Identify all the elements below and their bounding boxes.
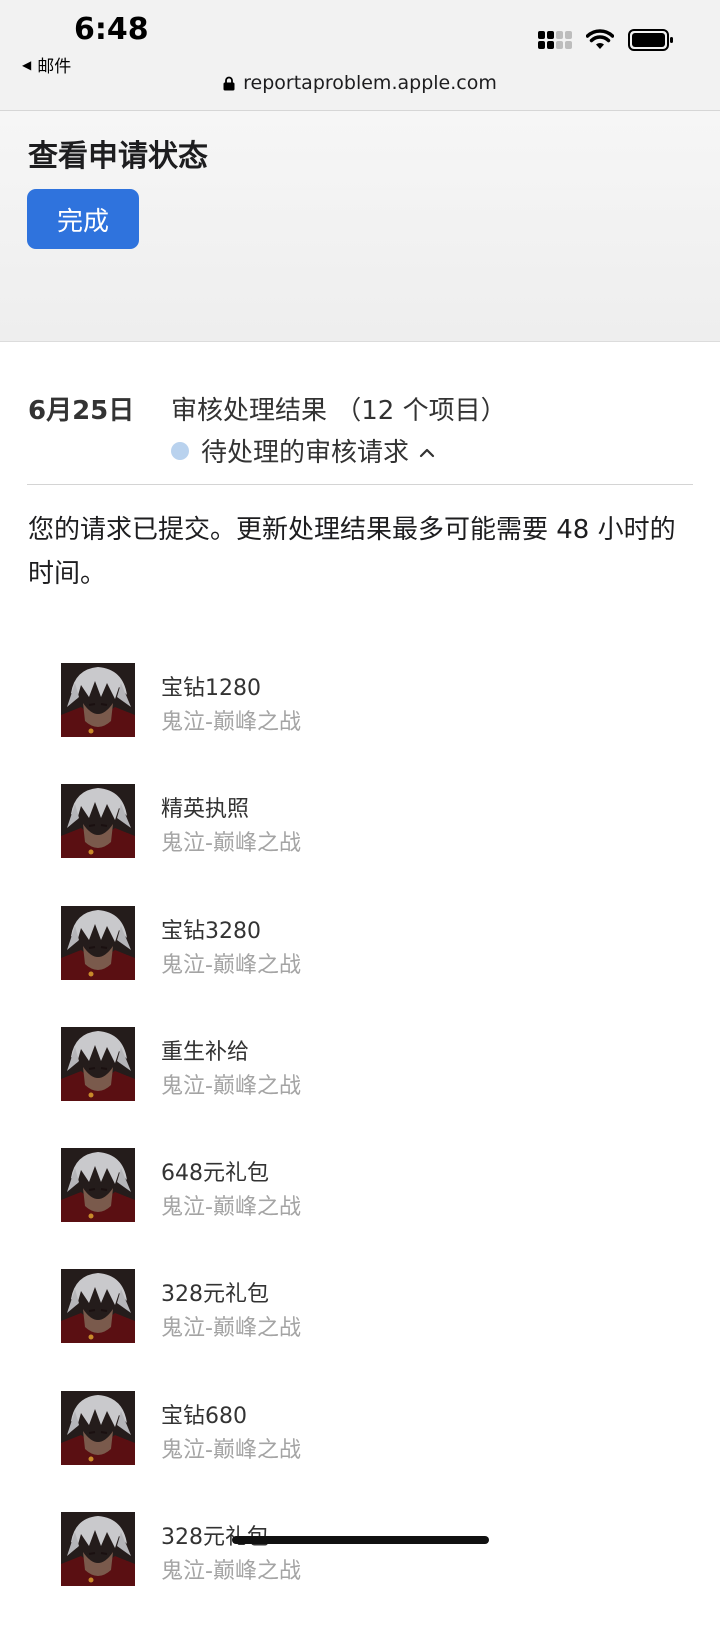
status-dot-icon — [171, 441, 189, 460]
wifi-icon — [586, 29, 614, 51]
item-app-name: 鬼泣-巅峰之战 — [161, 1195, 301, 1221]
item-name: 重生补给 — [161, 1039, 250, 1065]
item-name: 328元礼包 — [161, 1282, 269, 1308]
list-item[interactable]: 328元礼包 鬼泣-巅峰之战 — [0, 1511, 720, 1632]
status-time: 6:48 — [74, 12, 149, 47]
item-app-name: 鬼泣-巅峰之战 — [161, 831, 301, 857]
list-item[interactable]: 宝钻1280 鬼泣-巅峰之战 — [0, 662, 720, 783]
item-list: 宝钻1280 鬼泣-巅峰之战 精英执照 鬼泣-巅峰之战 宝钻3280 鬼泣-巅峰… — [0, 662, 720, 1632]
app-icon — [61, 905, 135, 980]
list-item[interactable]: 648元礼包 鬼泣-巅峰之战 — [0, 1147, 720, 1268]
item-app-name: 鬼泣-巅峰之战 — [161, 952, 301, 978]
list-item[interactable]: 328元礼包 鬼泣-巅峰之战 — [0, 1268, 720, 1389]
home-indicator — [232, 1536, 489, 1544]
app-icon — [61, 663, 135, 737]
page-header: 查看申请状态 完成 — [0, 111, 720, 342]
item-name: 宝钻3280 — [161, 918, 261, 944]
request-status-toggle[interactable]: 待处理的审核请求 — [171, 432, 435, 469]
divider — [27, 484, 693, 485]
list-item[interactable]: 宝钻3280 鬼泣-巅峰之战 — [0, 905, 720, 1026]
back-arrow-icon: ◀ — [22, 57, 32, 72]
list-item[interactable]: 精英执照 鬼泣-巅峰之战 — [0, 783, 720, 904]
item-app-name: 鬼泣-巅峰之战 — [161, 1316, 301, 1342]
app-icon — [61, 1026, 135, 1101]
address-bar[interactable]: reportaproblem.apple.com — [0, 72, 720, 96]
item-name: 宝钻680 — [161, 1403, 247, 1429]
status-bar: 6:48 ◀ 邮件 reportaproblem.apple.com — [0, 0, 720, 111]
signal-icon — [538, 31, 572, 49]
item-app-name: 鬼泣-巅峰之战 — [161, 1073, 301, 1099]
app-icon — [61, 1269, 135, 1344]
submission-notice: 您的请求已提交。更新处理结果最多可能需要 48 小时的时间。 — [28, 515, 676, 589]
done-button[interactable]: 完成 — [27, 189, 139, 249]
item-name: 精英执照 — [161, 797, 250, 823]
app-icon — [61, 784, 135, 859]
request-date: 6月25日 — [28, 396, 135, 426]
request-title: 审核处理结果 （12 个项目） — [171, 396, 507, 426]
chevron-up-icon — [419, 436, 435, 466]
item-name: 宝钻1280 — [161, 676, 261, 701]
item-app-name: 鬼泣-巅峰之战 — [161, 710, 301, 735]
battery-icon — [628, 28, 674, 52]
status-icons — [538, 28, 674, 52]
list-item[interactable]: 宝钻680 鬼泣-巅峰之战 — [0, 1390, 720, 1511]
item-app-name: 鬼泣-巅峰之战 — [161, 1437, 301, 1463]
page-title: 查看申请状态 — [28, 139, 208, 174]
lock-icon — [223, 74, 235, 96]
app-icon — [61, 1512, 135, 1587]
request-status-label: 待处理的审核请求 — [201, 438, 410, 468]
list-item[interactable]: 重生补给 鬼泣-巅峰之战 — [0, 1026, 720, 1147]
url-text: reportaproblem.apple.com — [243, 72, 497, 94]
item-name: 648元礼包 — [161, 1161, 269, 1187]
app-icon — [61, 1148, 135, 1223]
app-icon — [61, 1390, 135, 1465]
